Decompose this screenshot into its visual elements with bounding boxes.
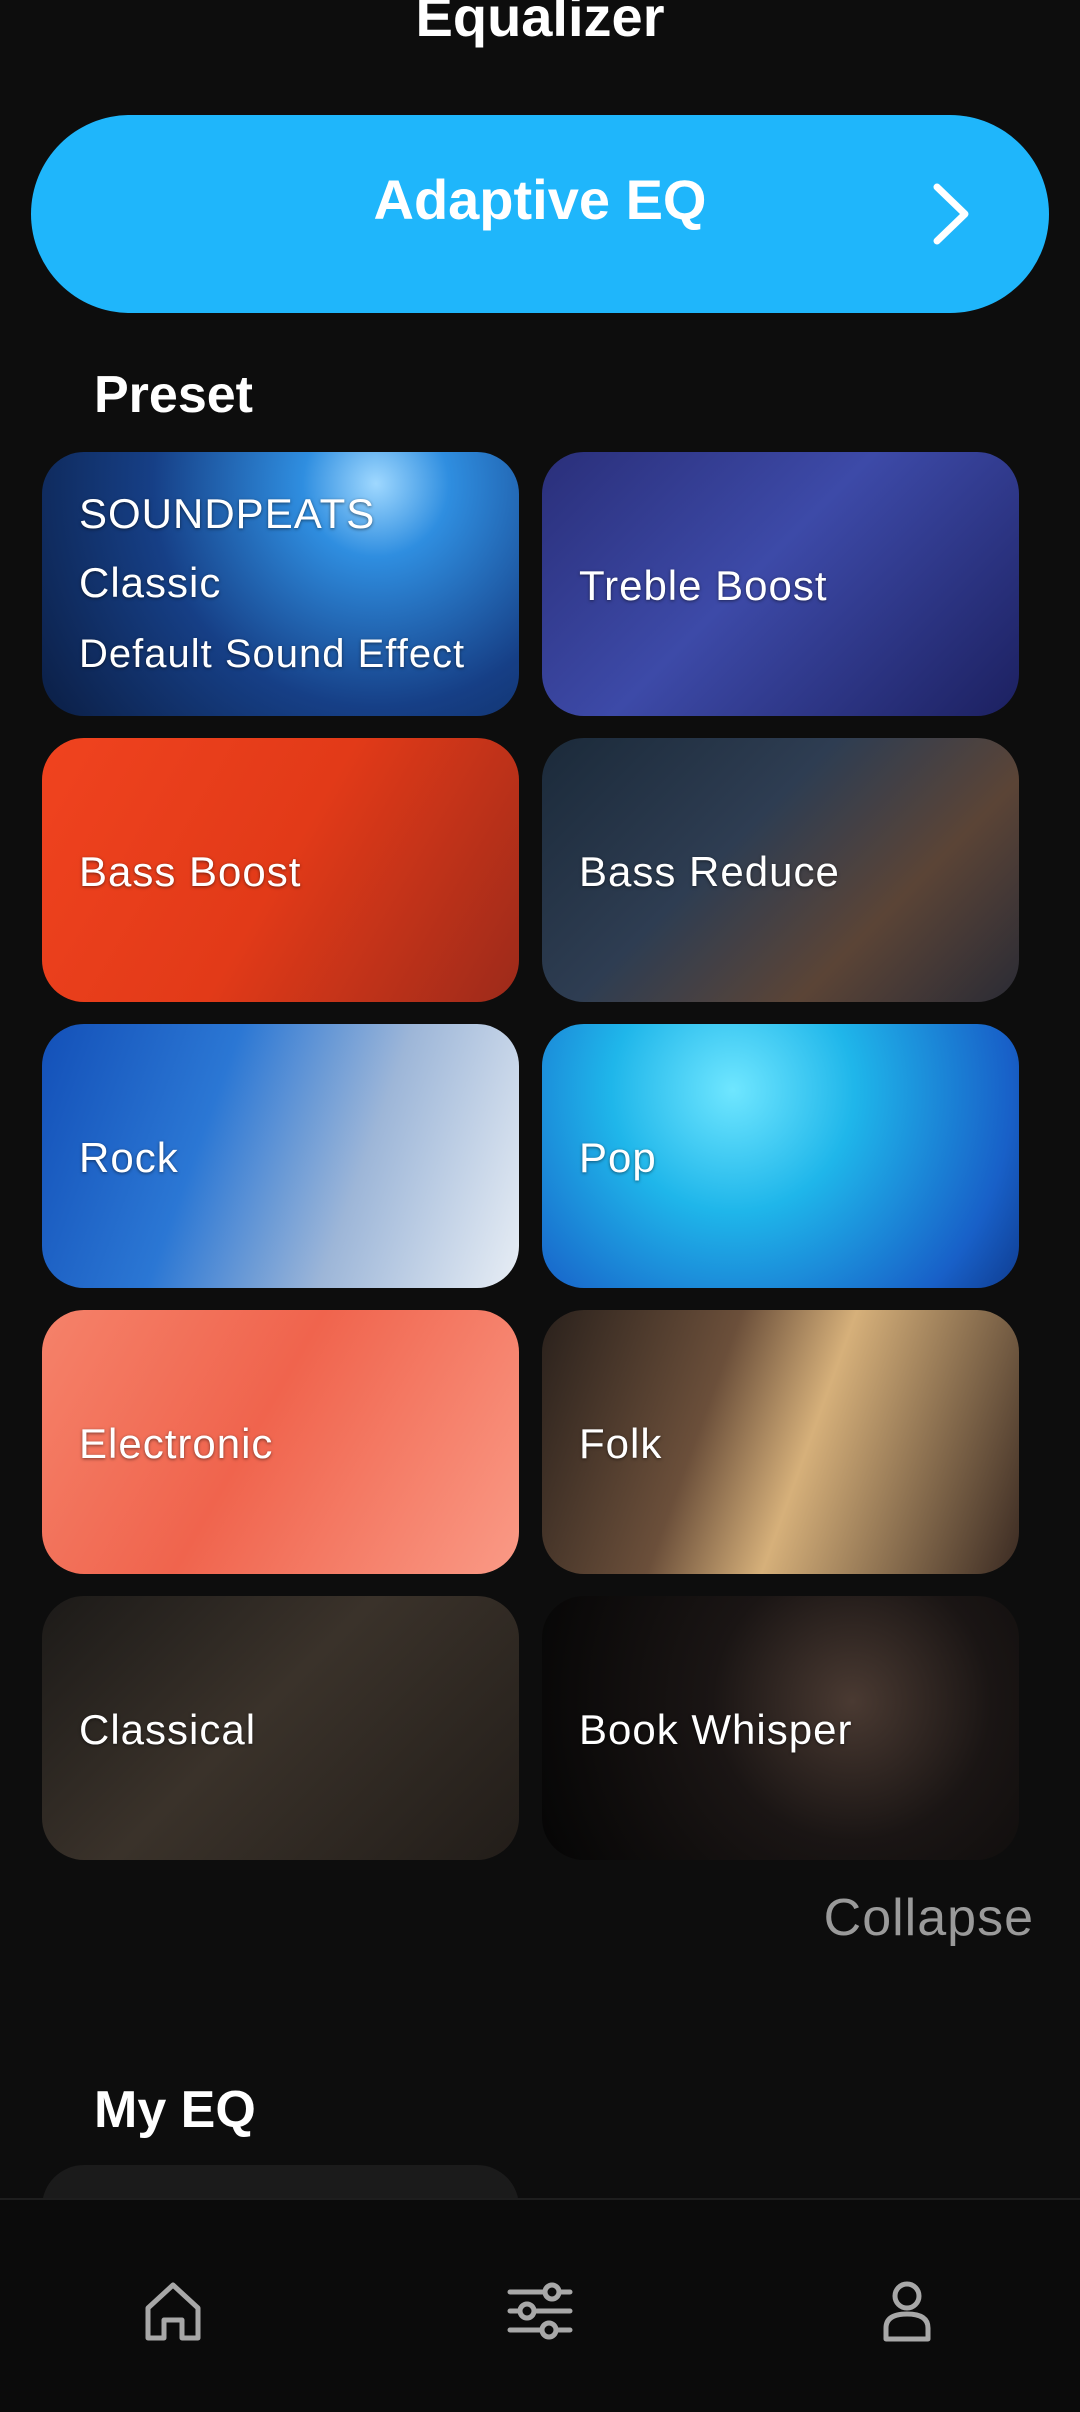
preset-card-bass-boost[interactable]: Bass Boost [42, 738, 519, 1002]
adaptive-eq-button[interactable]: Adaptive EQ [31, 115, 1049, 313]
preset-card-label: Electronic [79, 1420, 274, 1467]
preset-card-label: Book Whisper [579, 1706, 853, 1753]
preset-card-treble-boost[interactable]: Treble Boost [542, 452, 1019, 716]
preset-card-label: Rock [79, 1134, 179, 1181]
preset-card-classical[interactable]: Classical [42, 1596, 519, 1860]
preset-card-label: Treble Boost [579, 562, 828, 609]
home-icon [145, 2282, 201, 2341]
preset-card-book-whisper[interactable]: Book Whisper [542, 1596, 1019, 1860]
equalizer-sliders-icon [507, 2282, 573, 2340]
preset-card-label: Bass Boost [79, 848, 302, 895]
collapse-button[interactable]: Collapse [824, 1888, 1034, 1948]
preset-card-name: Classic [79, 559, 222, 606]
preset-card-subtitle: Default Sound Effect [79, 632, 466, 676]
preset-card-folk[interactable]: Folk [542, 1310, 1019, 1574]
preset-card-label: Bass Reduce [579, 848, 840, 895]
preset-card-electronic[interactable]: Electronic [42, 1310, 519, 1574]
preset-card-label: Classical [79, 1706, 257, 1753]
preset-card-brand: SOUNDPEATS [79, 490, 376, 537]
preset-card-bass-reduce[interactable]: Bass Reduce [542, 738, 1019, 1002]
profile-icon [883, 2281, 931, 2342]
preset-card-label: Folk [579, 1420, 663, 1467]
preset-card-label: Pop [579, 1134, 657, 1181]
page-title: Equalizer [415, 0, 665, 48]
nav-equalizer[interactable] [505, 2276, 575, 2346]
chevron-right-icon [933, 183, 969, 245]
adaptive-eq-label: Adaptive EQ [373, 168, 707, 231]
nav-home[interactable] [138, 2276, 208, 2346]
preset-heading: Preset [94, 366, 253, 424]
my-eq-heading: My EQ [94, 2081, 256, 2139]
bottom-navigation [0, 2198, 1080, 2412]
preset-card-rock[interactable]: Rock [42, 1024, 519, 1288]
nav-profile[interactable] [872, 2276, 942, 2346]
preset-card-soundpeats-classic[interactable]: SOUNDPEATS Classic Default Sound Effect [42, 452, 519, 716]
preset-card-pop[interactable]: Pop [542, 1024, 1019, 1288]
